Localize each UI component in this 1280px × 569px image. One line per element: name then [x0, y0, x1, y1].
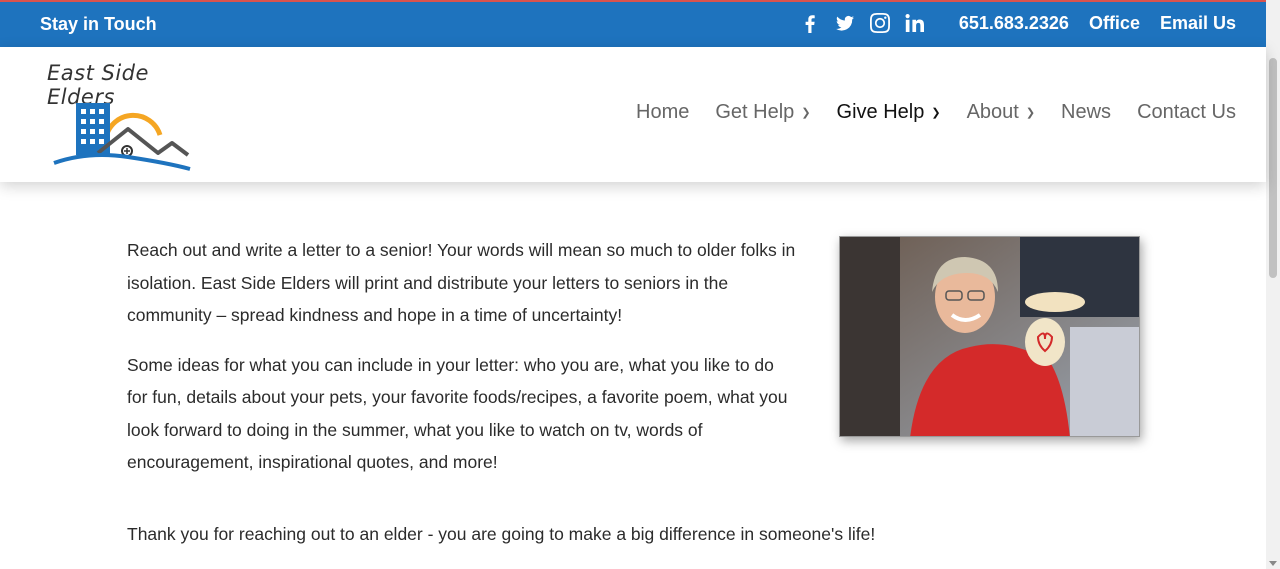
nav-get-help[interactable]: Get Help ❯	[715, 101, 810, 124]
facebook-icon[interactable]	[799, 12, 821, 34]
nav-about[interactable]: About ❯	[967, 101, 1035, 124]
site-logo[interactable]: East Side Elders	[36, 57, 212, 177]
nav-news[interactable]: News	[1061, 101, 1111, 124]
twitter-icon[interactable]	[834, 12, 856, 34]
chevron-down-icon: ❯	[801, 107, 811, 119]
linkedin-icon[interactable]	[904, 12, 926, 34]
office-link[interactable]: Office	[1089, 13, 1140, 34]
article-body: Reach out and write a letter to a senior…	[127, 234, 797, 479]
intro-paragraph: Reach out and write a letter to a senior…	[127, 240, 796, 325]
site-header: East Side Elders Home Get Help ❯ Give Hel…	[0, 47, 1266, 182]
chevron-down-icon: ❯	[931, 107, 941, 119]
nav-contact-us[interactable]: Contact Us	[1137, 101, 1236, 124]
scroll-down-arrow-icon[interactable]	[1269, 561, 1277, 566]
top-bar: Stay in Touch 651.683.2326 Office Email …	[0, 0, 1266, 47]
chevron-down-icon: ❯	[1025, 107, 1036, 119]
stay-in-touch-label: Stay in Touch	[40, 14, 157, 34]
ideas-paragraph: Some ideas for what you can include in y…	[127, 354, 788, 473]
main-nav: Home Get Help ❯ Give Help ❯ About ❯ News Co…	[610, 101, 1236, 124]
email-us-link[interactable]: Email Us	[1160, 13, 1236, 34]
nav-give-help[interactable]: Give Help ❯	[837, 101, 941, 124]
scrollbar-thumb[interactable]	[1269, 58, 1277, 278]
top-bar-links: 651.683.2326 Office Email Us	[799, 12, 1236, 34]
page-scrollbar[interactable]	[1266, 0, 1280, 569]
thank-you-text: Thank you for reaching out to an elder -…	[127, 524, 876, 544]
phone-link[interactable]: 651.683.2326	[959, 13, 1069, 34]
instagram-icon[interactable]	[869, 12, 891, 34]
volunteer-photo	[839, 236, 1140, 437]
logo-graphic-icon	[53, 103, 191, 171]
nav-home[interactable]: Home	[636, 101, 689, 124]
